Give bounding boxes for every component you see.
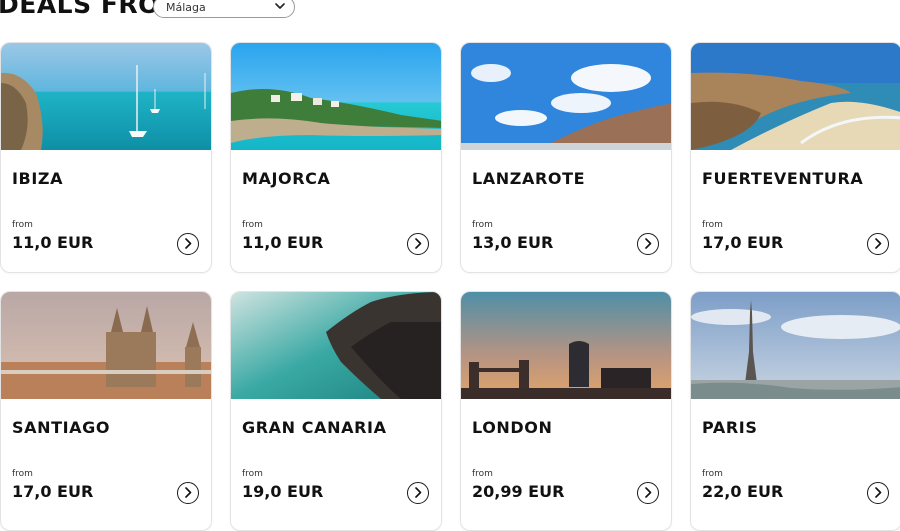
from-label: from (472, 469, 493, 479)
price: 20,99 EUR (472, 482, 565, 501)
chevron-down-icon (275, 3, 285, 9)
destination-image-lanzarote (461, 43, 671, 150)
destination-name: PARIS (702, 418, 758, 437)
destination-image-paris (691, 292, 900, 399)
destination-name: SANTIAGO (12, 418, 111, 437)
arrow-right-circle-icon[interactable] (867, 233, 889, 255)
price: 11,0 EUR (12, 233, 94, 252)
deal-card-ibiza[interactable]: IBIZA from 11,0 EUR (0, 42, 212, 273)
destination-image-santiago (1, 292, 211, 399)
deal-card-santiago[interactable]: SANTIAGO from 17,0 EUR (0, 291, 212, 531)
origin-airport-select[interactable]: Málaga (153, 0, 295, 18)
destination-image-london (461, 292, 671, 399)
from-label: from (472, 220, 493, 230)
price: 17,0 EUR (12, 482, 94, 501)
origin-select-value: Málaga (166, 1, 206, 14)
deal-card-london[interactable]: LONDON from 20,99 EUR (460, 291, 672, 531)
arrow-right-circle-icon[interactable] (407, 482, 429, 504)
from-label: from (242, 469, 263, 479)
price: 19,0 EUR (242, 482, 324, 501)
destination-name: MAJORCA (242, 169, 331, 188)
destination-name: FUERTEVENTURA (702, 169, 864, 188)
price: 22,0 EUR (702, 482, 784, 501)
from-label: from (242, 220, 263, 230)
arrow-right-circle-icon[interactable] (867, 482, 889, 504)
destination-name: IBIZA (12, 169, 64, 188)
arrow-right-circle-icon[interactable] (637, 233, 659, 255)
price: 13,0 EUR (472, 233, 554, 252)
arrow-right-circle-icon[interactable] (407, 233, 429, 255)
destination-image-majorca (231, 43, 441, 150)
deal-card-paris[interactable]: PARIS from 22,0 EUR (690, 291, 900, 531)
from-label: from (702, 220, 723, 230)
destination-name: GRAN CANARIA (242, 418, 387, 437)
deal-card-lanzarote[interactable]: LANZAROTE from 13,0 EUR (460, 42, 672, 273)
price: 17,0 EUR (702, 233, 784, 252)
arrow-right-circle-icon[interactable] (177, 482, 199, 504)
destination-image-fuerteventura (691, 43, 900, 150)
destination-image-ibiza (1, 43, 211, 150)
arrow-right-circle-icon[interactable] (177, 233, 199, 255)
deal-card-fuerteventura[interactable]: FUERTEVENTURA from 17,0 EUR (690, 42, 900, 273)
arrow-right-circle-icon[interactable] (637, 482, 659, 504)
from-label: from (12, 220, 33, 230)
deals-header: DEALS FROM Málaga (0, 0, 900, 22)
price: 11,0 EUR (242, 233, 324, 252)
destination-name: LANZAROTE (472, 169, 586, 188)
from-label: from (702, 469, 723, 479)
from-label: from (12, 469, 33, 479)
deal-card-gran-canaria[interactable]: GRAN CANARIA from 19,0 EUR (230, 291, 442, 531)
destination-image-gran-canaria (231, 292, 441, 399)
destination-name: LONDON (472, 418, 553, 437)
deal-card-majorca[interactable]: MAJORCA from 11,0 EUR (230, 42, 442, 273)
